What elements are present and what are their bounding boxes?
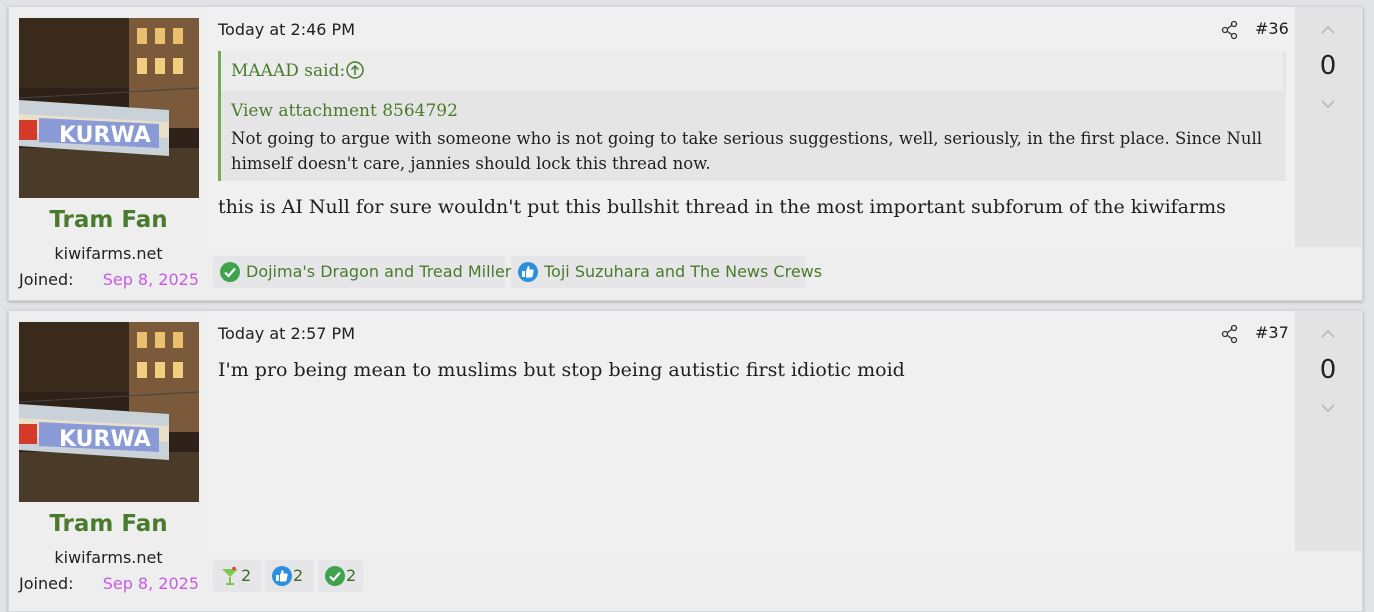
checkmark-icon xyxy=(325,566,345,586)
thumbs-up-icon xyxy=(272,566,292,586)
post-time[interactable]: Today at 2:46 PM xyxy=(218,20,355,39)
quote-block: MAAAD said: View attachment 8564792 Not … xyxy=(218,51,1286,181)
vote-panel: 0 xyxy=(1295,311,1361,551)
avatar[interactable]: KURWA xyxy=(19,18,199,198)
post-body: I'm pro being mean to muslims but stop b… xyxy=(218,359,905,381)
chevron-down-icon[interactable] xyxy=(1318,97,1338,111)
reaction-count: 2 xyxy=(346,566,357,585)
quote-header: MAAAD said: xyxy=(221,51,1283,91)
quote-author[interactable]: MAAAD said: xyxy=(231,61,345,81)
user-info: KURWA Tram Fan kiwifarms.net Joined: Sep… xyxy=(9,7,208,300)
checkmark-icon xyxy=(220,262,240,282)
quote-text: Not going to argue with someone who is n… xyxy=(231,129,1263,173)
attachment-link[interactable]: View attachment 8564792 xyxy=(231,101,458,121)
post-36: KURWA Tram Fan kiwifarms.net Joined: Sep… xyxy=(8,6,1363,301)
reaction-summary[interactable]: Toji Suzuhara and The News Crews xyxy=(511,256,822,288)
post-number[interactable]: #36 xyxy=(1255,19,1289,38)
reaction-count: 2 xyxy=(293,566,304,585)
post-main: Today at 2:46 PM #36 MAAAD said: View at… xyxy=(208,7,1295,247)
reaction-count-button[interactable]: 2 xyxy=(213,560,261,592)
post-main: Today at 2:57 PM #37 I'm pro being mean … xyxy=(208,311,1295,551)
vote-count: 0 xyxy=(1319,51,1337,81)
arrow-up-circle-icon[interactable] xyxy=(345,60,365,80)
cocktail-icon xyxy=(222,566,238,585)
vote-count: 0 xyxy=(1319,355,1337,385)
reaction-count: 2 xyxy=(241,566,252,585)
chevron-up-icon[interactable] xyxy=(1318,327,1338,341)
joined-date: Sep 8, 2025 xyxy=(102,574,199,593)
joined-date: Sep 8, 2025 xyxy=(102,270,199,289)
chevron-up-icon[interactable] xyxy=(1318,23,1338,37)
username[interactable]: Tram Fan xyxy=(9,511,208,537)
post-37: KURWA Tram Fan kiwifarms.net Joined: Sep… xyxy=(8,310,1363,612)
share-icon[interactable] xyxy=(1220,20,1240,40)
user-title: kiwifarms.net xyxy=(54,244,163,263)
joined-label: Joined: xyxy=(19,574,74,593)
svg-text:KURWA: KURWA xyxy=(59,123,151,148)
joined-label: Joined: xyxy=(19,270,74,289)
reaction-count-button[interactable]: 2 xyxy=(265,560,314,592)
share-icon[interactable] xyxy=(1220,324,1240,344)
vote-panel: 0 xyxy=(1295,7,1361,247)
thumbs-up-icon xyxy=(518,262,538,282)
post-number[interactable]: #37 xyxy=(1255,323,1289,342)
avatar[interactable]: KURWA xyxy=(19,322,199,502)
post-body: this is AI Null for sure wouldn't put th… xyxy=(218,196,1226,218)
user-info: KURWA Tram Fan kiwifarms.net Joined: Sep… xyxy=(9,311,208,611)
username[interactable]: Tram Fan xyxy=(9,207,208,233)
reaction-label: Dojima's Dragon and Tread Miller xyxy=(246,262,512,281)
reaction-label: Toji Suzuhara and The News Crews xyxy=(544,262,823,281)
reaction-count-button[interactable]: 2 xyxy=(318,560,363,592)
user-title: kiwifarms.net xyxy=(54,548,163,567)
svg-text:KURWA: KURWA xyxy=(59,427,151,452)
chevron-down-icon[interactable] xyxy=(1318,401,1338,415)
reaction-summary[interactable]: Dojima's Dragon and Tread Miller xyxy=(213,256,511,288)
post-time[interactable]: Today at 2:57 PM xyxy=(218,324,355,343)
